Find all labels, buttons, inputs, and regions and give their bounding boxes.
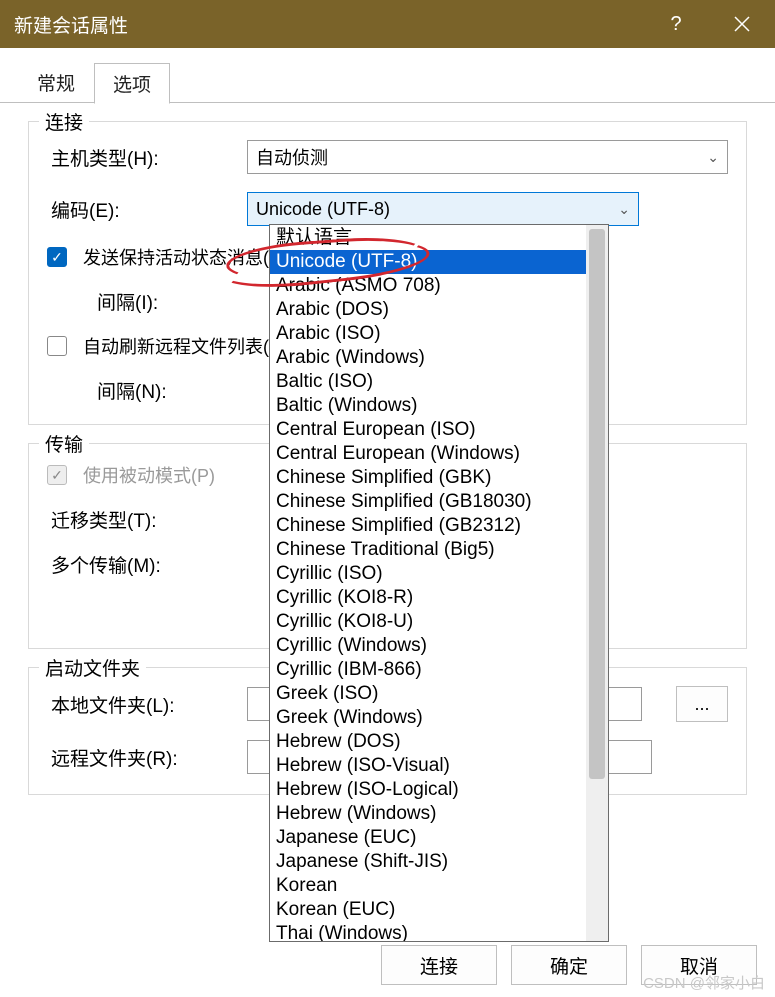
titlebar-buttons: ? xyxy=(657,5,761,43)
encoding-option[interactable]: Japanese (EUC) xyxy=(270,826,586,850)
encoding-dropdown-list[interactable]: 默认语言Unicode (UTF-8)Arabic (ASMO 708)Arab… xyxy=(270,225,586,941)
encoding-option[interactable]: Hebrew (ISO-Visual) xyxy=(270,754,586,778)
encoding-option[interactable]: Arabic (ISO) xyxy=(270,322,586,346)
legend-transport: 传输 xyxy=(39,430,89,457)
label-local-folder: 本地文件夹(L): xyxy=(47,691,237,718)
encoding-option[interactable]: Hebrew (DOS) xyxy=(270,730,586,754)
encoding-option[interactable]: Arabic (ASMO 708) xyxy=(270,274,586,298)
select-host-type[interactable]: 自动侦测 ⌄ xyxy=(247,140,728,174)
encoding-dropdown[interactable]: 默认语言Unicode (UTF-8)Arabic (ASMO 708)Arab… xyxy=(269,224,609,942)
scrollbar[interactable] xyxy=(586,225,608,941)
help-icon[interactable]: ? xyxy=(657,5,695,43)
encoding-option[interactable]: 默认语言 xyxy=(270,226,586,250)
label-keep-alive: 发送保持活动状态消息(S xyxy=(83,244,281,270)
select-encoding[interactable]: Unicode (UTF-8) ⌄ xyxy=(247,192,639,226)
ok-button[interactable]: 确定 xyxy=(511,945,627,985)
label-passive: 使用被动模式(P) xyxy=(83,462,215,488)
label-auto-refresh: 自动刷新远程文件列表(A xyxy=(83,333,281,359)
encoding-option[interactable]: Cyrillic (IBM-866) xyxy=(270,658,586,682)
watermark: CSDN @邻家小白 xyxy=(643,972,765,993)
encoding-option[interactable]: Unicode (UTF-8) xyxy=(270,250,586,274)
encoding-option[interactable]: Japanese (Shift-JIS) xyxy=(270,850,586,874)
encoding-option[interactable]: Chinese Traditional (Big5) xyxy=(270,538,586,562)
encoding-option[interactable]: Thai (Windows) xyxy=(270,922,586,941)
encoding-option[interactable]: Greek (Windows) xyxy=(270,706,586,730)
label-multiple: 多个传输(M): xyxy=(47,551,237,578)
encoding-option[interactable]: Arabic (Windows) xyxy=(270,346,586,370)
checkbox-auto-refresh[interactable] xyxy=(47,336,67,356)
encoding-option[interactable]: Chinese Simplified (GB2312) xyxy=(270,514,586,538)
close-icon[interactable] xyxy=(723,5,761,43)
encoding-option[interactable]: Cyrillic (Windows) xyxy=(270,634,586,658)
encoding-option[interactable]: Hebrew (Windows) xyxy=(270,802,586,826)
tabs: 常规 选项 xyxy=(18,62,775,103)
encoding-option[interactable]: Baltic (Windows) xyxy=(270,394,586,418)
encoding-option[interactable]: Cyrillic (KOI8-U) xyxy=(270,610,586,634)
encoding-option[interactable]: Hebrew (ISO-Logical) xyxy=(270,778,586,802)
encoding-option[interactable]: Cyrillic (ISO) xyxy=(270,562,586,586)
label-host-type: 主机类型(H): xyxy=(47,144,237,171)
checkbox-passive xyxy=(47,465,67,485)
legend-connection: 连接 xyxy=(39,108,89,135)
select-encoding-value: Unicode (UTF-8) xyxy=(256,199,390,220)
encoding-option[interactable]: Cyrillic (KOI8-R) xyxy=(270,586,586,610)
encoding-option[interactable]: Korean (EUC) xyxy=(270,898,586,922)
encoding-option[interactable]: Central European (ISO) xyxy=(270,418,586,442)
connect-button[interactable]: 连接 xyxy=(381,945,497,985)
label-encoding: 编码(E): xyxy=(47,196,237,223)
encoding-option[interactable]: Korean xyxy=(270,874,586,898)
titlebar: 新建会话属性 ? xyxy=(0,0,775,48)
label-remote-folder: 远程文件夹(R): xyxy=(47,744,237,771)
tab-options[interactable]: 选项 xyxy=(94,63,170,104)
label-interval1: 间隔(I): xyxy=(47,288,197,315)
encoding-option[interactable]: Greek (ISO) xyxy=(270,682,586,706)
browse-button[interactable]: ... xyxy=(676,686,728,722)
chevron-down-icon: ⌄ xyxy=(618,201,630,218)
encoding-option[interactable]: Chinese Simplified (GB18030) xyxy=(270,490,586,514)
encoding-option[interactable]: Baltic (ISO) xyxy=(270,370,586,394)
label-interval2: 间隔(N): xyxy=(47,377,197,404)
encoding-option[interactable]: Chinese Simplified (GBK) xyxy=(270,466,586,490)
chevron-down-icon: ⌄ xyxy=(707,149,719,166)
encoding-option[interactable]: Arabic (DOS) xyxy=(270,298,586,322)
tab-general[interactable]: 常规 xyxy=(18,62,94,103)
legend-startup: 启动文件夹 xyxy=(39,654,146,681)
encoding-option[interactable]: Central European (Windows) xyxy=(270,442,586,466)
label-transfer-type: 迁移类型(T): xyxy=(47,506,237,533)
select-host-type-value: 自动侦测 xyxy=(256,144,328,170)
checkbox-keep-alive[interactable] xyxy=(47,247,67,267)
window-title: 新建会话属性 xyxy=(14,11,128,38)
scrollbar-thumb[interactable] xyxy=(589,229,605,779)
